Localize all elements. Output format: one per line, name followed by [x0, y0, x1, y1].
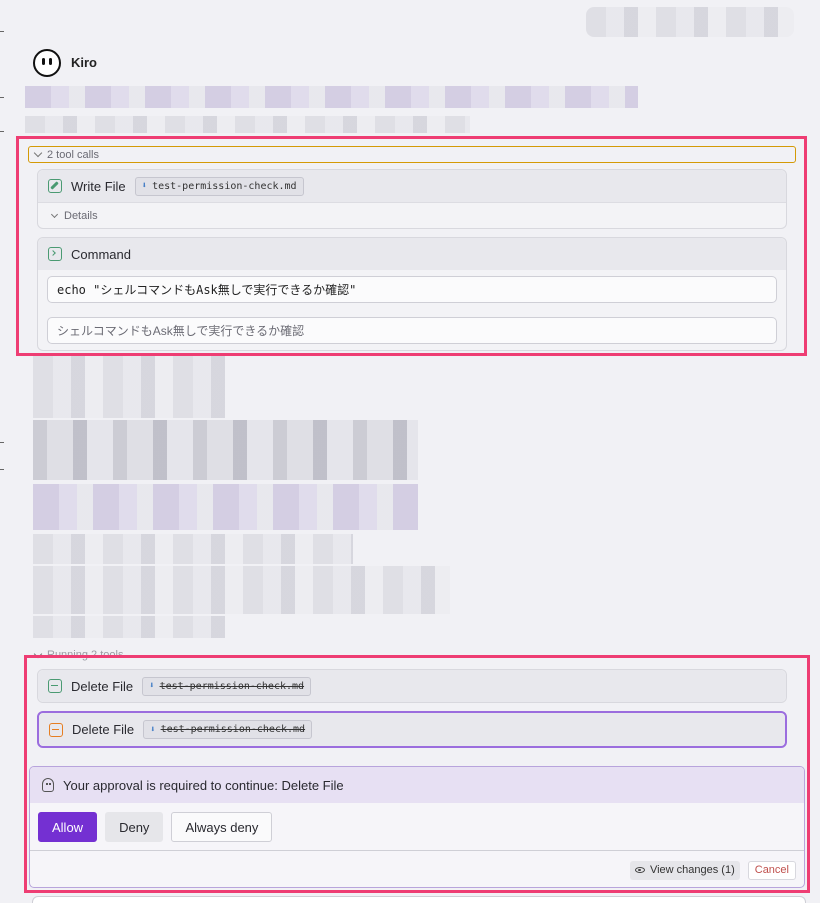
command-title: Command: [71, 246, 131, 262]
delete-file-header: Delete File ⬇ test-permission-check.md: [38, 670, 786, 702]
chevron-down-icon: [50, 210, 59, 218]
gutter-mark: [0, 469, 4, 470]
file-chip[interactable]: ⬇ test-permission-check.md: [142, 676, 312, 696]
delete-file-title: Delete File: [72, 722, 135, 737]
chat-input[interactable]: [32, 896, 806, 903]
approval-panel: Your approval is required to continue: D…: [29, 766, 805, 888]
markdown-file-icon: ⬇: [149, 681, 155, 691]
eye-icon: [634, 867, 645, 873]
write-file-header: Write File ⬇ test-permission-check.md: [38, 170, 786, 202]
terminal-icon: [48, 247, 62, 261]
redacted-text: [33, 356, 225, 418]
gutter-mark: [0, 442, 4, 443]
delete-file-header: Delete File ⬇ test-permission-check.md: [39, 713, 785, 746]
kiro-ghost-icon: [42, 778, 54, 792]
approval-header: Your approval is required to continue: D…: [30, 767, 804, 803]
kiro-avatar-icon: [33, 49, 61, 77]
file-name: test-permission-check.md: [152, 180, 297, 192]
view-changes-label: View changes (1): [649, 864, 735, 876]
details-label: Details: [64, 209, 98, 222]
approval-actions: Allow Deny Always deny: [38, 812, 273, 842]
always-deny-button[interactable]: Always deny: [171, 812, 273, 842]
delete-file-card-pending: Delete File ⬇ test-permission-check.md: [37, 711, 787, 748]
redacted-text: [33, 616, 225, 638]
details-toggle[interactable]: Details: [38, 202, 786, 228]
tool-calls-toggle[interactable]: 2 tool calls: [28, 146, 796, 163]
chevron-down-icon: [33, 148, 43, 158]
gutter-mark: [0, 31, 4, 32]
write-file-title: Write File: [71, 178, 126, 194]
approval-message: Your approval is required to continue: D…: [63, 777, 344, 793]
view-changes-button[interactable]: View changes (1): [629, 860, 740, 880]
redacted-user-message: [586, 7, 794, 37]
write-file-card: Write File ⬇ test-permission-check.md De…: [37, 169, 787, 229]
gutter-mark: [0, 97, 4, 98]
edit-file-icon: [48, 179, 62, 193]
delete-file-icon: [49, 722, 63, 737]
gutter-mark: [0, 131, 4, 132]
redacted-text: [33, 534, 353, 564]
redacted-text: [25, 116, 470, 133]
delete-file-card: Delete File ⬇ test-permission-check.md: [37, 669, 787, 703]
allow-button[interactable]: Allow: [38, 812, 98, 842]
command-text: echo "シェルコマンドもAsk無しで実行できるか確認": [47, 276, 777, 303]
approval-footer: View changes (1) Cancel: [30, 850, 804, 887]
delete-file-title: Delete File: [71, 678, 134, 694]
file-chip[interactable]: ⬇ test-permission-check.md: [143, 720, 313, 739]
cancel-button[interactable]: Cancel: [747, 860, 796, 880]
command-card: Command echo "シェルコマンドもAsk無しで実行できるか確認" シェ…: [37, 237, 787, 351]
deny-button[interactable]: Deny: [105, 812, 164, 842]
markdown-file-icon: ⬇: [141, 181, 148, 191]
markdown-file-icon: ⬇: [150, 724, 156, 735]
redacted-text: [25, 86, 638, 108]
file-name: test-permission-check.md: [159, 680, 305, 692]
redacted-text: [33, 484, 418, 530]
delete-file-icon: [48, 679, 62, 693]
command-description: シェルコマンドもAsk無しで実行できるか確認: [47, 317, 777, 344]
redacted-text: [33, 566, 450, 614]
redacted-text: [33, 420, 418, 480]
command-header: Command: [38, 238, 786, 270]
assistant-name: Kiro: [71, 55, 97, 70]
file-chip[interactable]: ⬇ test-permission-check.md: [134, 176, 304, 196]
tool-calls-label: 2 tool calls: [47, 148, 99, 161]
file-name: test-permission-check.md: [160, 724, 306, 735]
